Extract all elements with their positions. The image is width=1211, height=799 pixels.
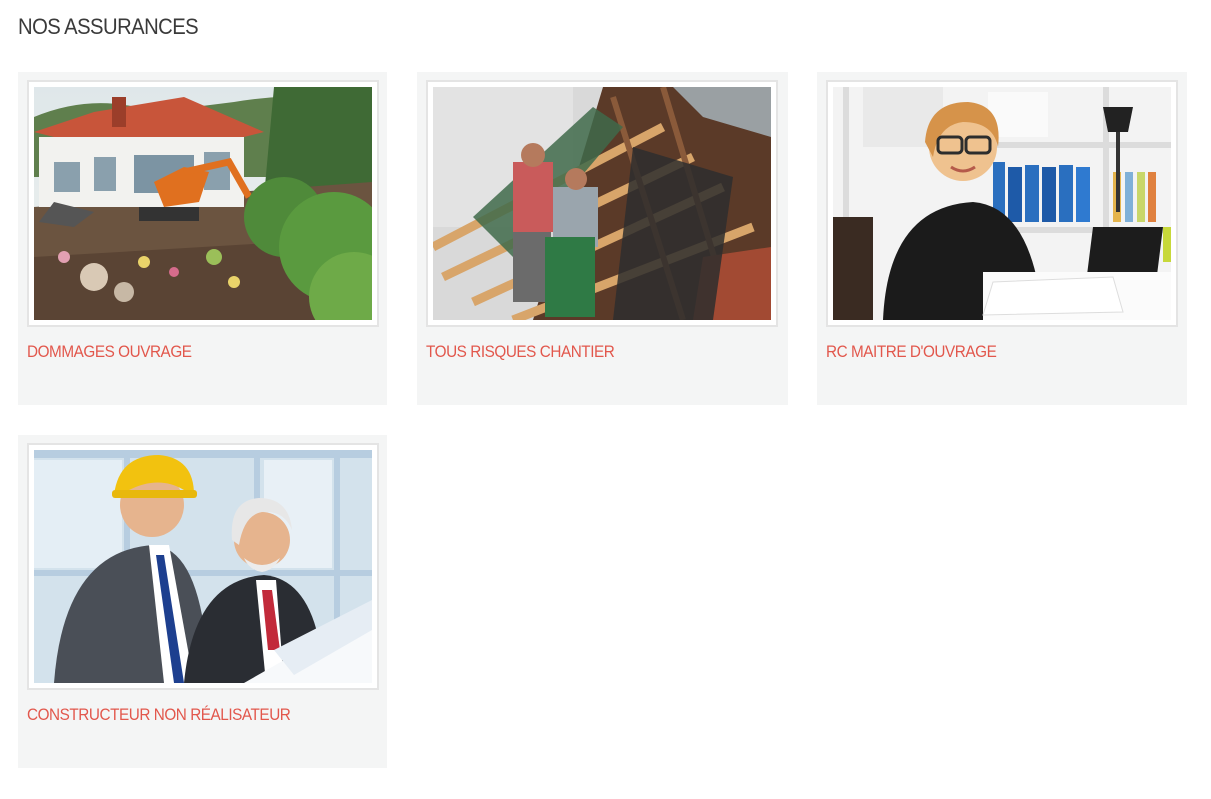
office-woman-photo[interactable] [833, 87, 1171, 320]
businessmen-plans-photo[interactable] [34, 450, 372, 683]
house-construction-photo[interactable] [34, 87, 372, 320]
insurance-card-dommages-ouvrage[interactable]: DOMMAGES OUVRAGE [18, 72, 387, 405]
insurance-card-rc-maitre-d-ouvrage[interactable]: RC MAITRE D'OUVRAGE [817, 72, 1187, 405]
card-link-dommages-ouvrage[interactable]: DOMMAGES OUVRAGE [27, 342, 192, 362]
insurance-card-tous-risques-chantier[interactable]: TOUS RISQUES CHANTIER [417, 72, 788, 405]
roofers-photo[interactable] [433, 87, 771, 320]
card-link-tous-risques-chantier[interactable]: TOUS RISQUES CHANTIER [426, 342, 615, 362]
photo-frame [27, 80, 379, 327]
insurance-card-constructeur-non-realisateur[interactable]: CONSTRUCTEUR NON RÉALISATEUR [18, 435, 387, 768]
page-title: NOS ASSURANCES [18, 14, 199, 39]
card-link-constructeur-non-realisateur[interactable]: CONSTRUCTEUR NON RÉALISATEUR [27, 705, 291, 725]
photo-frame [426, 80, 778, 327]
photo-frame [826, 80, 1178, 327]
photo-frame [27, 443, 379, 690]
card-link-rc-maitre-d-ouvrage[interactable]: RC MAITRE D'OUVRAGE [826, 342, 997, 362]
